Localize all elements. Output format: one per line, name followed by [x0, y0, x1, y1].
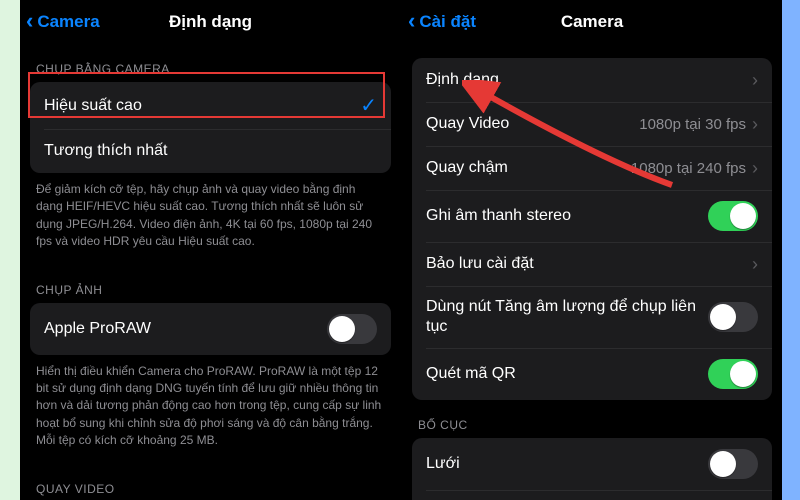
cell-label: Hiệu suất cao: [44, 96, 360, 116]
chevron-left-icon: ‹: [408, 10, 415, 32]
cell-label: Quay Video: [426, 114, 639, 134]
cell-stereo-audio[interactable]: Ghi âm thanh stereo: [412, 190, 772, 242]
section-footer-photo: Hiển thị điều khiển Camera cho ProRAW. P…: [20, 355, 401, 464]
back-label: Camera: [37, 12, 99, 32]
scroll-content: Định dạng › Quay Video 1080p tại 30 fps …: [402, 44, 782, 500]
toggle-qr[interactable]: [708, 359, 758, 389]
checkmark-icon: ✓: [360, 93, 377, 118]
chevron-right-icon: ›: [752, 70, 758, 91]
page-title: Định dạng: [169, 12, 252, 32]
cell-most-compatible[interactable]: Tương thích nhất: [30, 129, 391, 173]
cell-high-efficiency[interactable]: Hiệu suất cao ✓: [30, 82, 391, 129]
cell-record-video[interactable]: Quay Video 1080p tại 30 fps ›: [412, 102, 772, 146]
section-header-photo: CHỤP ẢNH: [20, 265, 401, 303]
cell-label: Dùng nút Tăng âm lượng để chụp liên tục: [426, 297, 708, 337]
section-header-capture: CHỤP BẰNG CAMERA: [20, 44, 401, 82]
section-header-video: QUAY VIDEO: [20, 464, 401, 500]
phone-left-formats: ‹ Camera Định dạng CHỤP BẰNG CAMERA Hiệu…: [20, 0, 401, 500]
toggle-grid[interactable]: [708, 449, 758, 479]
cell-label: Quét mã QR: [426, 364, 708, 384]
cell-proraw[interactable]: Apple ProRAW: [30, 303, 391, 355]
section-header-layout: BỐ CỤC: [402, 400, 782, 438]
group-layout: Lưới Đối xứng camera trước Xem bên ngoài…: [412, 438, 772, 500]
chevron-right-icon: ›: [752, 254, 758, 275]
group-capture-format: Hiệu suất cao ✓ Tương thích nhất: [30, 82, 391, 173]
cell-label: Apple ProRAW: [44, 319, 327, 339]
cell-label: Định dạng: [426, 70, 752, 90]
back-label: Cài đặt: [419, 12, 476, 32]
back-button[interactable]: ‹ Cài đặt: [408, 0, 476, 44]
cell-label: Bảo lưu cài đặt: [426, 254, 752, 274]
cell-formats[interactable]: Định dạng ›: [412, 58, 772, 102]
chevron-left-icon: ‹: [26, 10, 33, 32]
cell-label: Quay chậm: [426, 158, 631, 178]
group-main: Định dạng › Quay Video 1080p tại 30 fps …: [412, 58, 772, 400]
back-button[interactable]: ‹ Camera: [26, 0, 100, 44]
cell-value: 1080p tại 30 fps: [639, 116, 746, 133]
section-footer-capture: Để giảm kích cỡ tệp, hãy chụp ảnh và qua…: [20, 173, 401, 265]
phone-right-camera: ‹ Cài đặt Camera Định dạng › Quay Video …: [401, 0, 782, 500]
scroll-content: CHỤP BẰNG CAMERA Hiệu suất cao ✓ Tương t…: [20, 44, 401, 500]
toggle-stereo-audio[interactable]: [708, 201, 758, 231]
toggle-volume-burst[interactable]: [708, 302, 758, 332]
toggle-proraw[interactable]: [327, 314, 377, 344]
cell-label: Tương thích nhất: [44, 141, 377, 161]
header: ‹ Camera Định dạng: [20, 0, 401, 44]
cell-preserve-settings[interactable]: Bảo lưu cài đặt ›: [412, 242, 772, 286]
cell-label: Ghi âm thanh stereo: [426, 206, 708, 226]
cell-label: Lưới: [426, 454, 708, 474]
cell-grid[interactable]: Lưới: [412, 438, 772, 490]
header: ‹ Cài đặt Camera: [402, 0, 782, 44]
chevron-right-icon: ›: [752, 158, 758, 179]
group-photo: Apple ProRAW: [30, 303, 391, 355]
cell-slo-mo[interactable]: Quay chậm 1080p tại 240 fps ›: [412, 146, 772, 190]
cell-scan-qr[interactable]: Quét mã QR: [412, 348, 772, 400]
page-title: Camera: [561, 12, 623, 32]
cell-volume-burst[interactable]: Dùng nút Tăng âm lượng để chụp liên tục: [412, 286, 772, 348]
chevron-right-icon: ›: [752, 114, 758, 135]
cell-value: 1080p tại 240 fps: [631, 160, 746, 177]
cell-mirror-front[interactable]: Đối xứng camera trước: [412, 490, 772, 500]
